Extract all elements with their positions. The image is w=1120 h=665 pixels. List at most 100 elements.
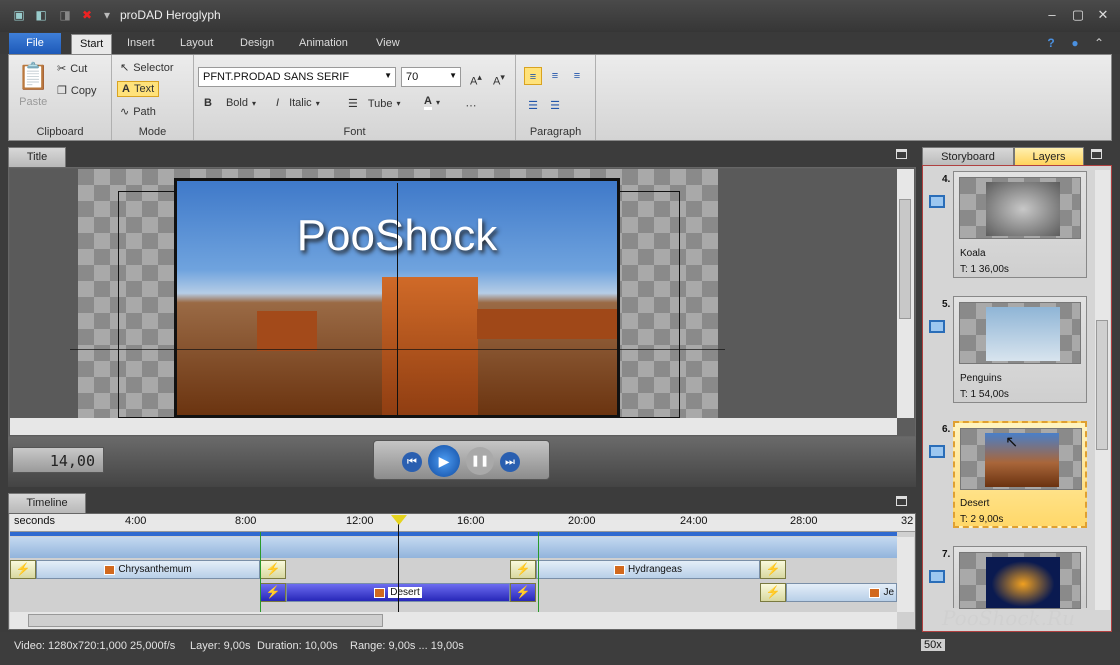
range-end-marker[interactable]	[538, 532, 539, 612]
quick-access-dropdown-icon[interactable]: ▾	[100, 8, 114, 22]
layer-card-desert[interactable]: Desert T: 2 9,00s	[953, 421, 1087, 528]
align-left-icon[interactable]: ≡	[524, 67, 542, 85]
chevron-down-icon: ▼	[449, 71, 457, 80]
playhead[interactable]	[398, 520, 399, 612]
justify-icon[interactable]: ☰	[524, 97, 542, 115]
font-color-button[interactable]: A ▾	[424, 95, 440, 110]
strikethrough-icon[interactable]: ⋯	[462, 97, 480, 115]
layer-name: Koala	[960, 248, 986, 259]
timecode-display[interactable]: 14,00	[12, 447, 104, 473]
image-icon	[374, 587, 386, 598]
align-center-icon[interactable]: ≡	[546, 67, 564, 85]
timeline-vertical-scrollbar[interactable]	[897, 537, 914, 612]
transition-icon[interactable]: ⚡	[760, 560, 786, 579]
tube-button[interactable]: ☰ Tube ▾	[348, 97, 401, 111]
tab-file[interactable]: File	[9, 33, 61, 54]
layers-scrollbar[interactable]	[1095, 170, 1110, 610]
scroll-thumb[interactable]	[899, 199, 911, 319]
title-vertical-scrollbar[interactable]	[897, 169, 914, 418]
paste-button[interactable]: 📋 Paste	[17, 61, 49, 108]
image-icon	[869, 587, 881, 598]
timeline-ruler[interactable]: seconds 4:00 8:00 12:00 16:00 20:00 24:0…	[10, 514, 915, 532]
clip-chrysanthemum[interactable]: Chrysanthemum	[36, 560, 260, 579]
transition-icon[interactable]: ⚡	[510, 583, 536, 602]
play-icon[interactable]: ▶	[428, 445, 460, 477]
layer-card-koala[interactable]: Koala T: 1 36,00s	[953, 171, 1087, 278]
close-button[interactable]: ✕	[1093, 6, 1113, 24]
scroll-thumb[interactable]	[1096, 320, 1108, 450]
tab-timeline[interactable]: Timeline	[8, 493, 86, 513]
monitor-icon[interactable]	[929, 445, 945, 458]
tab-storyboard[interactable]: Storyboard	[922, 147, 1014, 167]
skip-back-icon[interactable]: ⏮	[402, 452, 422, 472]
range-info: Range: 9,00s ... 19,00s	[350, 640, 464, 652]
ribbon-tab-bar: File Start Insert Layout Design Animatio…	[0, 32, 1120, 54]
transition-icon[interactable]: ⚡	[510, 560, 536, 579]
tab-view[interactable]: View	[368, 34, 408, 54]
transition-icon[interactable]: ⚡	[260, 583, 286, 602]
layer-info: Layer: 9,00s	[190, 640, 251, 652]
align-right-icon[interactable]: ≡	[568, 67, 586, 85]
clip-hydrangeas[interactable]: Hydrangeas	[536, 560, 760, 579]
maximize-panel-icon[interactable]	[896, 496, 907, 506]
timeline-track-1: ⚡ Chrysanthemum ⚡ ⚡ Hydrangeas ⚡	[10, 559, 897, 580]
tab-animation[interactable]: Animation	[291, 34, 356, 54]
open-icon[interactable]: ◧	[34, 8, 48, 22]
path-icon: ∿	[120, 106, 130, 118]
title-horizontal-scrollbar[interactable]	[10, 418, 897, 435]
copy-button[interactable]: ❐ Copy	[57, 84, 97, 98]
scissors-icon: ✂	[57, 63, 67, 75]
monitor-icon[interactable]	[929, 195, 945, 208]
font-label: Font	[343, 126, 366, 138]
info-icon[interactable]: ●	[1068, 36, 1082, 50]
save-icon[interactable]: ▣	[12, 8, 26, 22]
tab-start[interactable]: Start	[71, 34, 113, 54]
font-family-select[interactable]: PFNT.PRODAD SANS SERIF ▼	[198, 67, 396, 87]
maximize-button[interactable]: ▢	[1068, 6, 1088, 24]
penguins-image	[986, 307, 1060, 361]
maximize-panel-icon[interactable]	[1091, 149, 1102, 159]
italic-button[interactable]: I Italic ▾	[276, 97, 320, 109]
tab-title[interactable]: Title	[8, 147, 66, 167]
ribbon-collapse-icon[interactable]: ⌃	[1092, 36, 1106, 50]
maximize-panel-icon[interactable]	[896, 149, 907, 159]
ruler-tick-label: 8:00	[235, 515, 257, 527]
app-title: proDAD Heroglyph	[120, 8, 221, 22]
chevron-down-icon: ▼	[384, 71, 392, 80]
help-icon[interactable]: ?	[1044, 36, 1058, 50]
pause-icon[interactable]: ❚❚	[466, 447, 494, 475]
minimize-button[interactable]: –	[1042, 6, 1062, 24]
monitor-icon[interactable]	[929, 570, 945, 583]
tab-layers[interactable]: Layers	[1014, 147, 1084, 167]
transition-icon[interactable]: ⚡	[10, 560, 36, 579]
shrink-font-icon[interactable]: A▾	[490, 68, 508, 88]
timeline-track-background	[10, 537, 897, 558]
cut-button[interactable]: ✂ Cut	[57, 62, 87, 76]
justify-all-icon[interactable]: ☰	[546, 97, 564, 115]
clip-jellyfish[interactable]: Je	[786, 583, 897, 602]
layer-card-jellyfish[interactable]	[953, 546, 1087, 609]
tab-design[interactable]: Design	[232, 34, 282, 54]
font-size-select[interactable]: 70 ▼	[401, 67, 461, 87]
text-mode-button[interactable]: A Text	[117, 81, 160, 97]
monitor-icon[interactable]	[929, 320, 945, 333]
undo-icon[interactable]: ◨	[58, 8, 72, 22]
layer-card-penguins[interactable]: Penguins T: 1 54,00s	[953, 296, 1087, 403]
transition-icon[interactable]: ⚡	[760, 583, 786, 602]
playhead-handle-icon[interactable]	[391, 515, 407, 525]
skip-forward-icon[interactable]: ⏭	[500, 452, 520, 472]
tab-layout[interactable]: Layout	[172, 34, 221, 54]
butte-image	[477, 309, 617, 339]
ruler-tick-label: 32	[901, 515, 914, 527]
bold-button[interactable]: B Bold ▾	[204, 97, 256, 109]
timeline-horizontal-scrollbar[interactable]	[10, 612, 897, 629]
scroll-thumb[interactable]	[28, 614, 383, 627]
close-doc-icon[interactable]: ✖	[80, 8, 94, 22]
tab-insert[interactable]: Insert	[119, 34, 163, 54]
range-start-marker[interactable]	[260, 532, 261, 612]
transition-icon[interactable]: ⚡	[260, 560, 286, 579]
selector-button[interactable]: ↖ Selector	[120, 61, 174, 75]
zoom-level[interactable]: 50x	[921, 639, 945, 651]
grow-font-icon[interactable]: A▴	[467, 68, 485, 88]
path-button[interactable]: ∿ Path	[120, 105, 156, 119]
